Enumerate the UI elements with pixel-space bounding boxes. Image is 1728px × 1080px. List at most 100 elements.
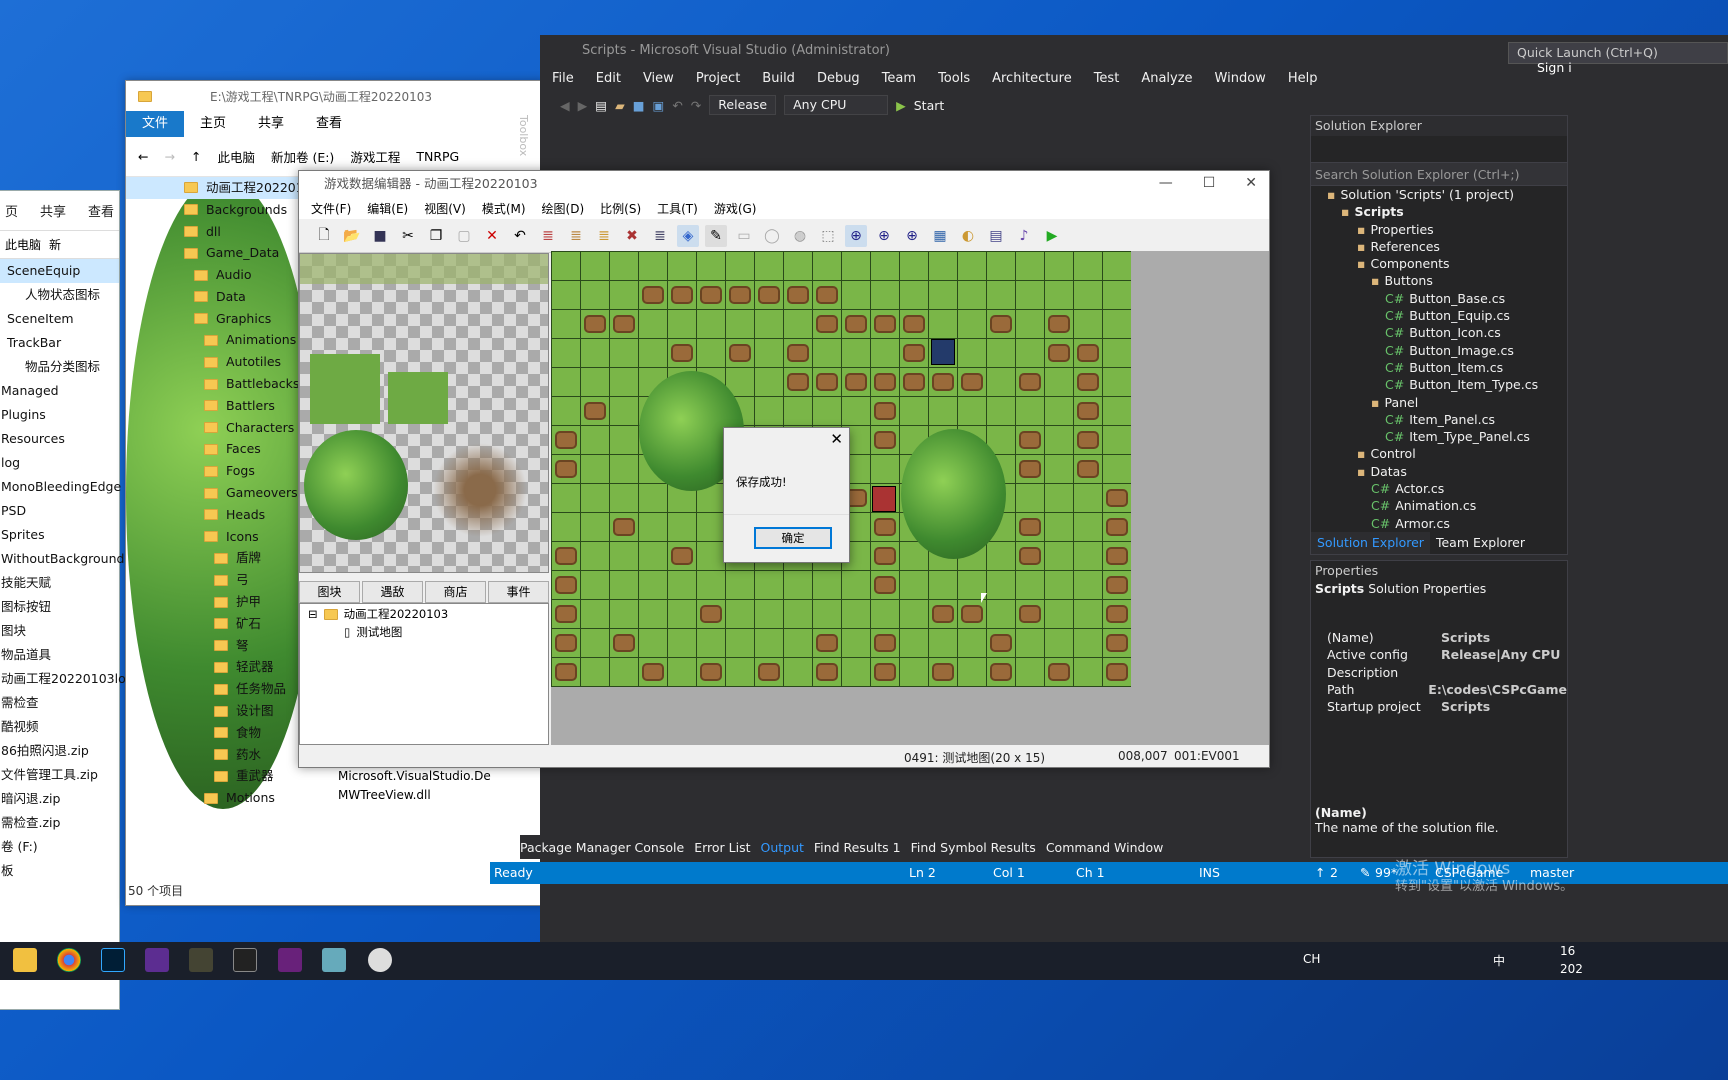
ribbon-view-tab[interactable]: 查看 xyxy=(300,111,358,137)
editor-menu-item[interactable]: 文件(F) xyxy=(311,200,351,217)
editor-menu-item[interactable]: 比例(S) xyxy=(600,200,641,217)
crumb[interactable]: 此电脑 xyxy=(5,236,41,253)
solution-node[interactable]: C# Button_Icon.cs xyxy=(1311,324,1567,341)
open-icon[interactable]: 📂 xyxy=(341,225,363,247)
list-item[interactable]: Plugins xyxy=(0,403,119,427)
maximize-icon[interactable]: ☐ xyxy=(1203,175,1216,191)
tree-item[interactable]: Motions xyxy=(126,787,320,809)
property-row[interactable]: Active config Release|Any CPU xyxy=(1311,646,1567,663)
unity-icon[interactable] xyxy=(233,948,257,972)
vs-menu-item[interactable]: Help xyxy=(1288,71,1318,86)
vs-menu-item[interactable]: Project xyxy=(696,71,740,86)
playtest-icon[interactable]: ▶ xyxy=(1041,225,1063,247)
solution-node[interactable]: ▪ Control xyxy=(1311,445,1567,462)
map-event[interactable] xyxy=(872,486,896,512)
new-project-icon[interactable]: ▤ xyxy=(595,98,607,113)
chrome-icon[interactable] xyxy=(57,948,81,972)
save-all-icon[interactable]: ▣ xyxy=(653,98,665,113)
paste-icon[interactable]: ▢ xyxy=(453,225,475,247)
event-layer-icon[interactable]: ✖ xyxy=(621,225,643,247)
toolbox-tab[interactable]: Toolbox xyxy=(512,115,530,156)
zoom-1-icon[interactable]: ⊕ xyxy=(845,224,867,247)
editor-menu-item[interactable]: 绘图(D) xyxy=(542,200,585,217)
visual-studio-2-icon[interactable] xyxy=(278,948,302,972)
list-item[interactable]: 文件管理工具.zip xyxy=(0,763,119,787)
tile-tree[interactable] xyxy=(304,430,408,540)
back-icon[interactable]: ◀ xyxy=(560,98,570,113)
output-tab[interactable]: Error List xyxy=(694,840,750,855)
list-item[interactable]: 卷 (F:) xyxy=(0,835,119,859)
tree-item[interactable]: Animations xyxy=(126,330,320,352)
property-row[interactable]: Description xyxy=(1311,664,1567,681)
tree-item[interactable]: 任务物品 xyxy=(126,678,320,700)
tree-item[interactable]: Graphics xyxy=(126,308,320,330)
vs-menu-item[interactable]: Test xyxy=(1094,71,1120,86)
rect-icon[interactable]: ▭ xyxy=(733,225,755,247)
tree-item[interactable]: 盾牌 xyxy=(126,548,320,570)
redo-icon[interactable]: ↷ xyxy=(691,98,701,113)
list-item[interactable]: 物品分类图标 xyxy=(0,355,119,379)
list-item[interactable]: 暗闪退.zip xyxy=(0,787,119,811)
output-tab[interactable]: Find Results 1 xyxy=(814,840,901,855)
tree-item[interactable]: 食物 xyxy=(126,722,320,744)
select-icon[interactable]: ⬚ xyxy=(817,225,839,247)
vs-menu-item[interactable]: Tools xyxy=(938,71,970,86)
start-button[interactable]: Start xyxy=(914,98,945,113)
all-layers-icon[interactable]: ◈ xyxy=(677,224,699,247)
visual-studio-icon[interactable] xyxy=(145,948,169,972)
list-item[interactable]: log xyxy=(0,451,119,475)
save-icon[interactable]: ■ xyxy=(633,98,645,113)
list-item[interactable]: 动画工程20220103log xyxy=(0,667,134,691)
tile-bush[interactable] xyxy=(310,354,380,424)
lang-indicator[interactable]: CH xyxy=(1303,952,1320,966)
editor-menu-item[interactable]: 编辑(E) xyxy=(367,200,408,217)
vs-menu-item[interactable]: Edit xyxy=(596,71,621,86)
dim-icon[interactable]: ≣ xyxy=(649,225,671,247)
solution-node[interactable]: C# Button_Base.cs xyxy=(1311,290,1567,307)
photoshop-icon[interactable] xyxy=(101,948,125,972)
list-item[interactable]: 酷视频 xyxy=(0,715,119,739)
ok-button[interactable]: 确定 xyxy=(754,527,832,549)
solution-node[interactable]: C# Button_Image.cs xyxy=(1311,342,1567,359)
layer1-icon[interactable]: ≣ xyxy=(537,225,559,247)
tree-item[interactable]: Game_Data xyxy=(126,242,320,264)
forward-icon[interactable]: ▶ xyxy=(578,98,588,113)
ime-indicator[interactable]: 中 xyxy=(1493,952,1505,969)
status-publish-count[interactable]: 2 xyxy=(1330,865,1338,880)
layer3-icon[interactable]: ≣ xyxy=(593,225,615,247)
list-item[interactable]: Resources xyxy=(0,427,119,451)
crumb[interactable]: 新加卷 (E:) xyxy=(271,147,334,166)
editor-app-icon[interactable] xyxy=(322,948,346,972)
solution-node[interactable]: ▪ Datas xyxy=(1311,463,1567,480)
tree-item[interactable]: Characters xyxy=(126,417,320,439)
start-play-icon[interactable]: ▶ xyxy=(896,98,906,113)
solution-node[interactable]: ▪ Solution 'Scripts' (1 project) xyxy=(1311,186,1567,203)
clock-time[interactable]: 16 xyxy=(1560,944,1575,958)
tree-item[interactable]: Battlers xyxy=(126,395,320,417)
cut-icon[interactable]: ✂ xyxy=(397,225,419,247)
map-tree-root[interactable]: 动画工程20220103 xyxy=(344,606,449,622)
signin-link[interactable]: Sign i xyxy=(1537,60,1572,75)
ribbon-tab[interactable]: 查看 xyxy=(88,201,114,220)
config-select[interactable]: Release xyxy=(709,95,777,115)
solution-node[interactable]: ▪ Components xyxy=(1311,255,1567,272)
game-icon[interactable] xyxy=(189,948,213,972)
tab-encounters[interactable]: 遇敌 xyxy=(362,581,423,603)
list-item[interactable]: 人物状态图标 xyxy=(0,283,119,307)
crumb[interactable]: 此电脑 xyxy=(217,147,255,166)
crumb[interactable]: TNRPG xyxy=(416,149,459,164)
editor-menu-item[interactable]: 模式(M) xyxy=(482,200,526,217)
vs-menu-item[interactable]: Window xyxy=(1215,71,1266,86)
forward-arrow-icon[interactable]: → xyxy=(164,149,174,164)
vs-menu-item[interactable]: Architecture xyxy=(992,71,1072,86)
tree-item[interactable]: 弩 xyxy=(126,635,320,657)
tab-tiles[interactable]: 图块 xyxy=(299,581,360,603)
materials-icon[interactable]: ◐ xyxy=(957,225,979,247)
tree-item[interactable]: 护甲 xyxy=(126,591,320,613)
vs-menu-item[interactable]: View xyxy=(643,71,674,86)
editor-menu-item[interactable]: 工具(T) xyxy=(657,200,698,217)
fill-icon[interactable]: ◍ xyxy=(789,225,811,247)
solution-node[interactable]: ▪ References xyxy=(1311,238,1567,255)
tree-item[interactable]: 设计图 xyxy=(126,700,320,722)
status-changes[interactable]: 99* xyxy=(1375,865,1397,880)
